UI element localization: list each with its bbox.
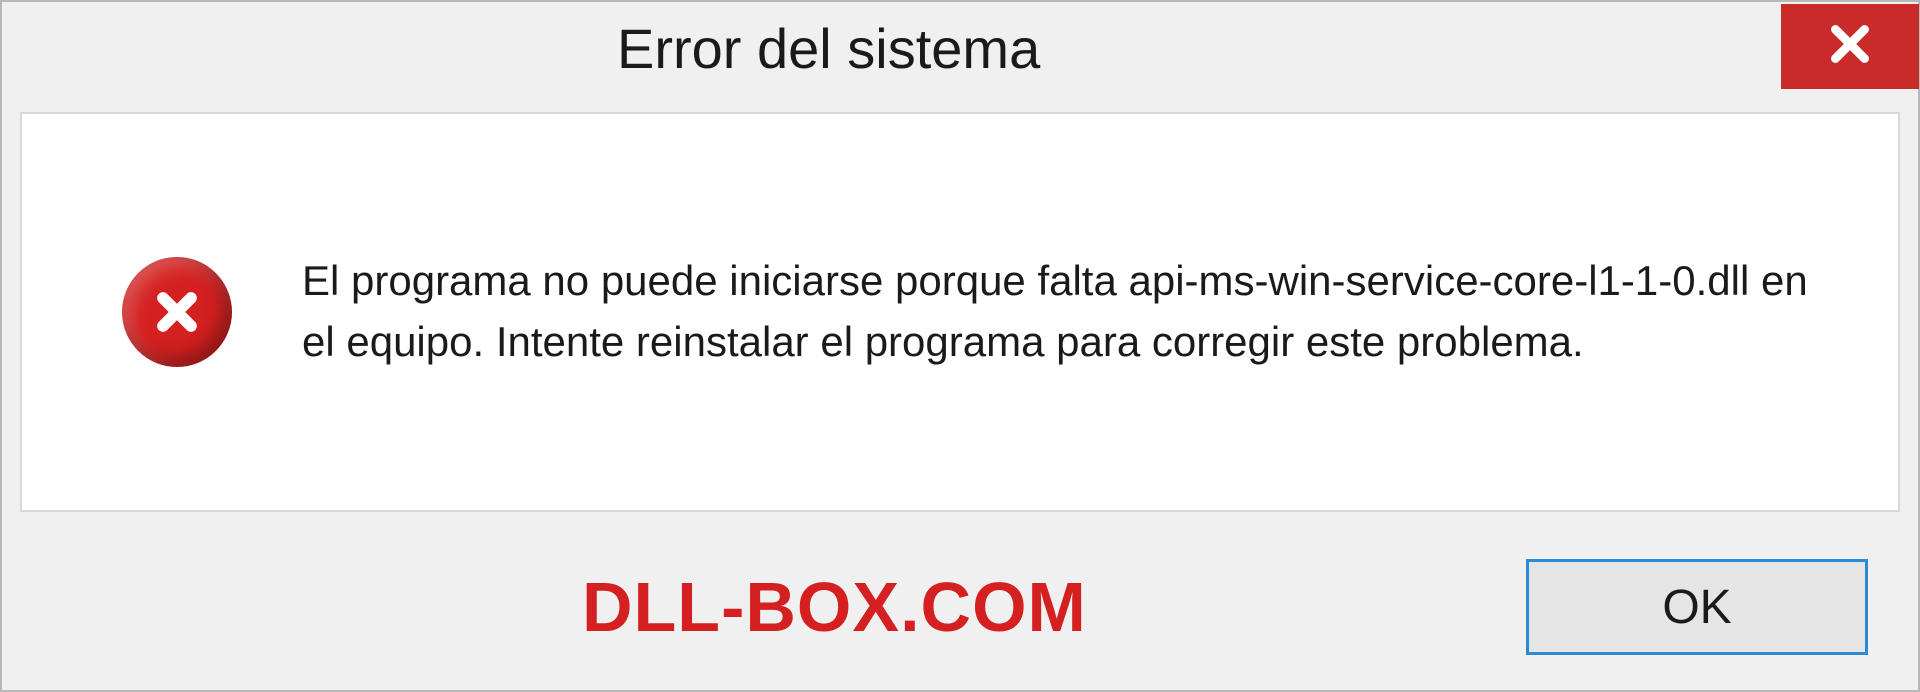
error-message: El programa no puede iniciarse porque fa…	[302, 251, 1808, 373]
watermark-text: DLL-BOX.COM	[582, 567, 1087, 647]
ok-button-label: OK	[1662, 580, 1731, 635]
error-icon-wrap	[122, 257, 232, 367]
close-icon	[1825, 19, 1875, 74]
dialog-footer: DLL-BOX.COM OK	[2, 559, 1918, 655]
dialog-title: Error del sistema	[617, 16, 1040, 81]
titlebar: Error del sistema	[2, 2, 1918, 94]
ok-button[interactable]: OK	[1526, 559, 1868, 655]
error-circle-x-icon	[122, 257, 232, 367]
error-dialog: Error del sistema El programa no puede i…	[0, 0, 1920, 692]
close-button[interactable]	[1781, 4, 1919, 89]
content-panel: El programa no puede iniciarse porque fa…	[20, 112, 1900, 512]
